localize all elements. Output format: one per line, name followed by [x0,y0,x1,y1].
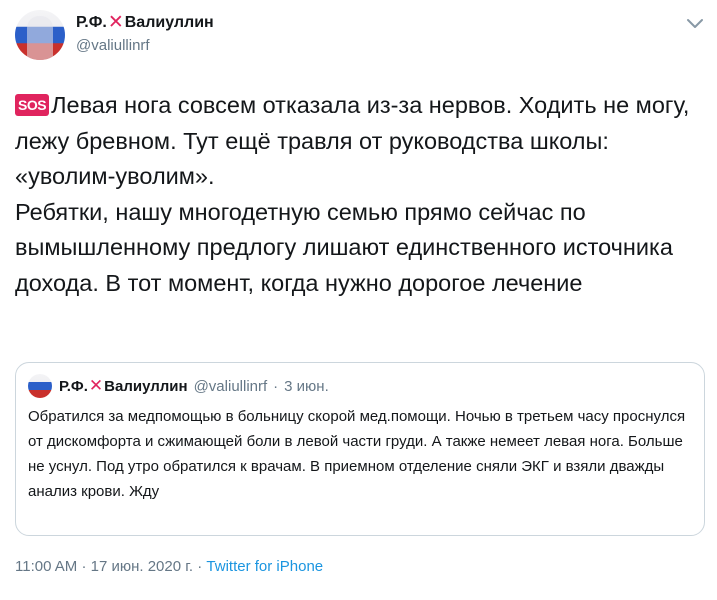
tweet-header: Р.Ф. ✕ Валиуллин @valiullinrf [15,10,705,66]
author-handle[interactable]: @valiullinrf [76,37,150,54]
quoted-cross-mark-icon: ✕ [88,376,104,395]
author-name[interactable]: Р.Ф. ✕ Валиуллин [76,12,214,33]
quoted-date: 3 июн. [284,377,329,395]
author-name-part2: Валиуллин [124,14,214,31]
quoted-separator: · [273,377,279,395]
tweet-date[interactable]: 17 июн. 2020 г. [91,558,193,575]
tweet-time[interactable]: 11:00 AM [15,558,77,575]
sos-icon: SOS [15,94,50,116]
tweet-paragraph-1: SOS Левая нога совсем отказала из-за нерв… [15,88,705,195]
quoted-author-handle: @valiullinrf [193,377,268,395]
quoted-author-name-part2: Валиуллин [104,377,188,395]
tweet-footer: 11:00 AM · 17 июн. 2020 г. · Twitter for… [15,558,323,575]
footer-separator-2: · [197,558,203,575]
chevron-down-icon[interactable] [685,16,705,32]
cross-mark-icon: ✕ [107,12,124,33]
footer-separator-1: · [81,558,87,575]
tweet-paragraph-2: Ребятки, нашу многодетную семью прямо се… [15,198,673,296]
tweet-line-1: Левая нога совсем отказала из-за нервов.… [15,92,690,189]
author-name-part1: Р.Ф. [76,14,107,31]
avatar[interactable] [15,10,65,60]
quoted-tweet[interactable]: Р.Ф. ✕ Валиуллин @valiullinrf · 3 июн. О… [15,362,705,536]
quoted-tweet-header: Р.Ф. ✕ Валиуллин @valiullinrf · 3 июн. [28,374,329,398]
tweet-body: SOS Левая нога совсем отказала из-за нерв… [15,88,705,301]
tweet-source-link[interactable]: Twitter for iPhone [206,558,323,575]
quoted-tweet-text: Обратился за медпомощью в больницу скоро… [28,408,686,500]
quoted-author-name-part1: Р.Ф. [59,377,88,395]
quoted-avatar [28,374,52,398]
